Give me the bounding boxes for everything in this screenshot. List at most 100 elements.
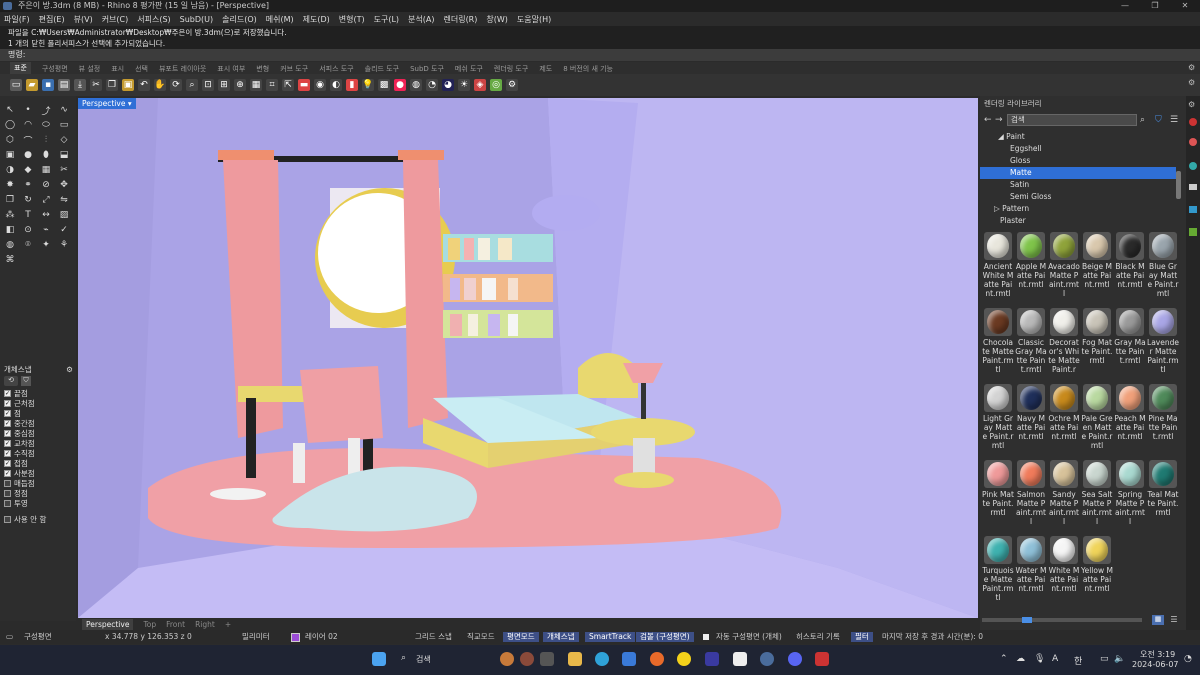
- paste-icon[interactable]: ▣: [122, 79, 134, 91]
- zoom-window-icon[interactable]: ⊡: [202, 79, 214, 91]
- pan-icon[interactable]: ✋: [154, 79, 166, 91]
- toolbar-gear-icon[interactable]: ⚙: [1188, 78, 1198, 88]
- cplane-icon[interactable]: ⌗: [266, 79, 278, 91]
- subd-icon[interactable]: ◆: [22, 164, 34, 176]
- environment-icon[interactable]: ◔: [426, 79, 438, 91]
- toolbar-tab[interactable]: 표시 여부: [217, 64, 245, 74]
- menu-item[interactable]: 파일(F): [4, 14, 30, 25]
- menu-item[interactable]: 편집(E): [39, 14, 65, 25]
- clock-time[interactable]: 오전 3:19: [1140, 649, 1175, 660]
- library-tree-item[interactable]: Satin: [980, 179, 1176, 191]
- material-thumbnail[interactable]: Black Matte Paint.rmtl: [1114, 232, 1146, 305]
- osnap-filter-icon[interactable]: ⛉: [21, 376, 31, 386]
- osnap-checkbox[interactable]: [4, 499, 11, 507]
- back-arrow-icon[interactable]: ←: [984, 115, 992, 125]
- maximize-button[interactable]: ❐: [1140, 0, 1170, 12]
- material-thumbnail[interactable]: Lavender Matte Paint.rmtl: [1147, 308, 1179, 381]
- history-toggle[interactable]: 히스토리 기록: [796, 630, 840, 644]
- taskbar-search-icon[interactable]: ⌕: [401, 653, 406, 663]
- arc-icon[interactable]: ◠: [22, 119, 34, 131]
- osnap-checkbox[interactable]: ✓: [4, 389, 11, 397]
- osnap-toggle-icon[interactable]: ⟲: [4, 376, 18, 386]
- toolbar-tab[interactable]: 솔리드 도구: [365, 64, 399, 74]
- rotate-view-icon[interactable]: ⟳: [170, 79, 182, 91]
- zoom-extents-icon[interactable]: ⊞: [218, 79, 230, 91]
- osnap-checkbox[interactable]: ✓: [4, 449, 11, 457]
- material-thumbnail[interactable]: Fog Matte Paint.rmtl: [1081, 308, 1113, 381]
- clock-date[interactable]: 2024-06-07: [1132, 660, 1179, 669]
- media-icon[interactable]: [815, 652, 829, 666]
- material-thumbnail[interactable]: Sea Salt Matte Paint.rmtl: [1081, 460, 1113, 533]
- toolbar-tab[interactable]: SubD 도구: [410, 64, 444, 74]
- osnap-toggle[interactable]: 개체스냅: [543, 632, 579, 642]
- toolbar-tab[interactable]: 표준: [10, 62, 31, 74]
- zoom-selected-icon[interactable]: ⊕: [234, 79, 246, 91]
- osnap-checkbox[interactable]: ✓: [4, 409, 11, 417]
- environment-panel-icon[interactable]: [1189, 162, 1197, 170]
- app-icon[interactable]: [705, 652, 719, 666]
- material-thumbnail[interactable]: Navy Matte Paint.rmtl: [1015, 384, 1047, 457]
- search-icon[interactable]: ⌕: [1140, 115, 1145, 125]
- polygon-icon[interactable]: ⬡: [4, 134, 16, 146]
- material-thumbnail[interactable]: Salmon Matte Paint.rmtl: [1015, 460, 1047, 533]
- curve-icon[interactable]: ∿: [58, 104, 70, 116]
- select-arrow-icon[interactable]: ↖: [4, 104, 16, 116]
- menu-item[interactable]: SubD(U): [180, 15, 213, 24]
- osnap-checkbox[interactable]: ✓: [4, 419, 11, 427]
- cylinder-icon[interactable]: ⬮: [40, 149, 52, 161]
- materials-panel-icon[interactable]: [1189, 138, 1197, 146]
- panel-gear-icon[interactable]: ⚙: [1188, 100, 1195, 109]
- copy-tool-icon[interactable]: ❐: [4, 194, 16, 206]
- material-thumbnail[interactable]: White Matte Paint.rmtl: [1048, 536, 1080, 609]
- ellipse-icon[interactable]: ⬭: [40, 119, 52, 131]
- toolbar-tab[interactable]: 8 버전의 새 기능: [563, 64, 613, 74]
- toolbar-tab[interactable]: 변형: [256, 64, 269, 74]
- library-tree-item[interactable]: Plaster: [980, 215, 1176, 227]
- current-layer[interactable]: 레이어 02: [305, 630, 338, 644]
- grid-view-icon[interactable]: ▦: [1152, 615, 1164, 625]
- import-icon[interactable]: ⤓: [74, 79, 86, 91]
- edge-icon[interactable]: [595, 652, 609, 666]
- menu-item[interactable]: 도움말(H): [517, 14, 551, 25]
- disable-osnap-checkbox[interactable]: [4, 515, 11, 523]
- toolbar-tab[interactable]: 뷰포트 레이아웃: [159, 64, 206, 74]
- osnap-item[interactable]: 정점: [0, 488, 76, 498]
- array-icon[interactable]: ⁂: [4, 209, 16, 221]
- taskbar-search-label[interactable]: 검색: [416, 654, 431, 665]
- analyze-icon[interactable]: ⊙: [22, 224, 34, 236]
- script-icon[interactable]: ⌘: [4, 254, 16, 266]
- osnap-item[interactable]: ✓ 근처점: [0, 398, 76, 408]
- material-thumbnail[interactable]: Pink Matte Paint.rmtl: [982, 460, 1014, 533]
- rotate-icon[interactable]: ↻: [22, 194, 34, 206]
- material-thumbnail[interactable]: Yellow Matte Paint.rmtl: [1081, 536, 1113, 609]
- cloud-icon[interactable]: ☁: [1016, 654, 1025, 664]
- raytrace-icon[interactable]: ◕: [442, 79, 454, 91]
- material-thumbnail[interactable]: Chocolate Matte Paint.rmtl: [982, 308, 1014, 381]
- forward-arrow-icon[interactable]: →: [995, 115, 1003, 125]
- osnap-item[interactable]: ✓ 중간점: [0, 418, 76, 428]
- select-icon[interactable]: ⇱: [282, 79, 294, 91]
- library-tree-item[interactable]: Semi Gloss: [980, 191, 1176, 203]
- gear-icon[interactable]: ⚙: [1188, 63, 1198, 73]
- hatch-icon[interactable]: ▨: [58, 209, 70, 221]
- toolbar-tab[interactable]: 뷰 설정: [79, 64, 101, 74]
- render-icon[interactable]: ◍: [410, 79, 422, 91]
- lock-icon[interactable]: ▮: [346, 79, 358, 91]
- toolbar-tab[interactable]: 서피스 도구: [319, 64, 353, 74]
- material-thumbnail[interactable]: Avacado Matte Paint.rmtl: [1048, 232, 1080, 305]
- options-icon[interactable]: ⚙: [506, 79, 518, 91]
- command-prompt[interactable]: 명령:: [0, 49, 1200, 61]
- material-thumbnail[interactable]: Teal Matte Paint.rmtl: [1147, 460, 1179, 533]
- library-tree-item[interactable]: ◢ Paint: [980, 131, 1176, 143]
- polyline-icon[interactable]: ⤴: [40, 104, 52, 117]
- osnap-item[interactable]: 매듭점: [0, 478, 76, 488]
- explode-icon[interactable]: ✸: [4, 179, 16, 191]
- library-tree-item[interactable]: Eggshell: [980, 143, 1176, 155]
- viewport-tab[interactable]: Perspective: [82, 619, 134, 630]
- material-thumbnail[interactable]: Gray Matte Paint.rmtl: [1114, 308, 1146, 381]
- windows-start-icon[interactable]: [372, 652, 386, 666]
- filter-icon[interactable]: ⛉: [1155, 115, 1162, 125]
- layers-panel-icon[interactable]: [1189, 184, 1197, 190]
- material-thumbnail[interactable]: Turquoise Matte Paint.rmtl: [982, 536, 1014, 609]
- save-icon[interactable]: ▪: [42, 79, 54, 91]
